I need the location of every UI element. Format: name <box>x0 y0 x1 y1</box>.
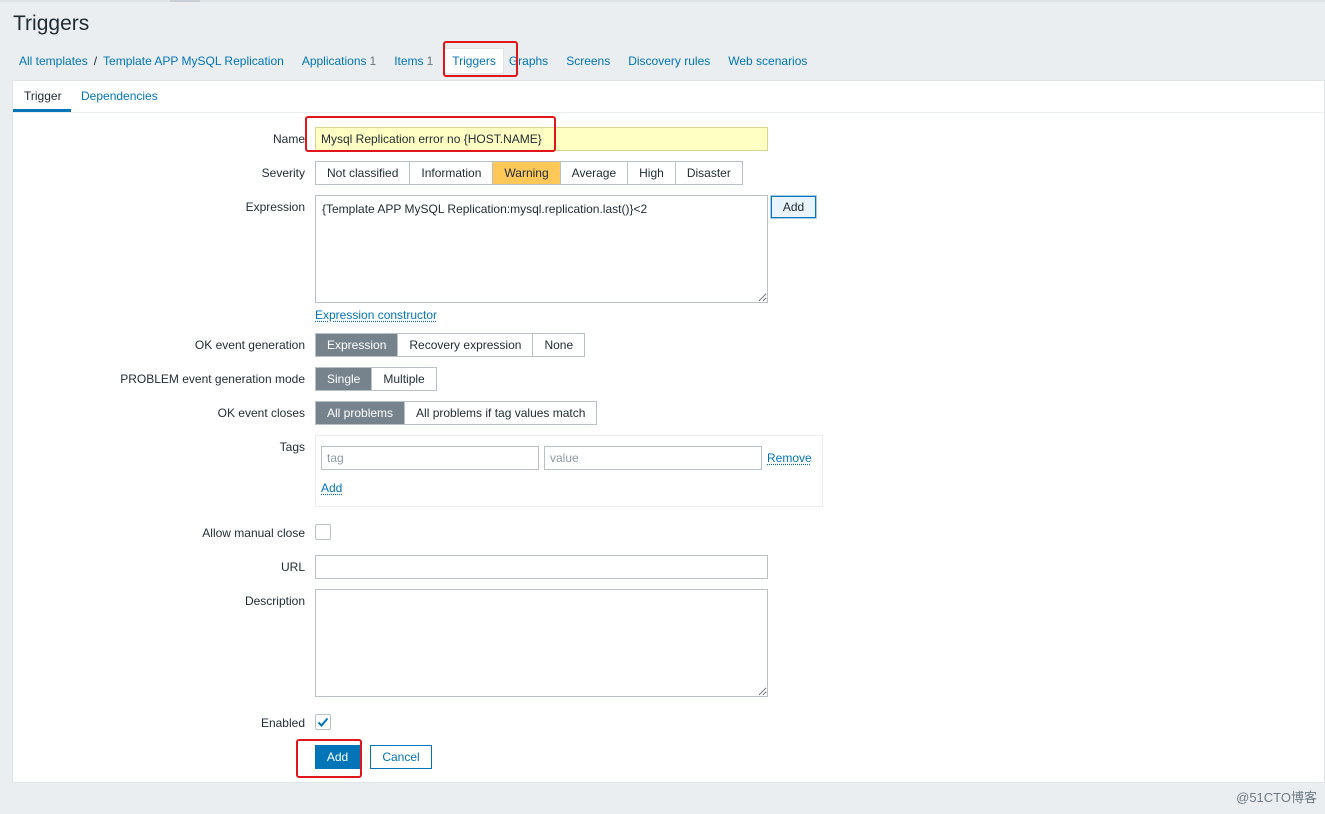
tag-add-link[interactable]: Add <box>321 481 342 495</box>
url-input[interactable] <box>315 555 768 579</box>
nav-screens[interactable]: Screens <box>557 54 619 68</box>
severity-disaster[interactable]: Disaster <box>676 162 742 184</box>
ok-event-closes-selector: All problems All problems if tag values … <box>315 401 598 425</box>
tab-trigger[interactable]: Trigger <box>24 89 62 103</box>
breadcrumb: All templates / Template APP MySQL Repli… <box>12 42 1325 80</box>
severity-not-classified[interactable]: Not classified <box>316 162 411 184</box>
severity-information[interactable]: Information <box>410 162 494 184</box>
tags-label: Tags <box>279 440 305 454</box>
expression-textarea[interactable]: {Template APP MySQL Replication:mysql.re… <box>315 195 768 303</box>
url-label: URL <box>280 560 305 574</box>
problem-mode-single[interactable]: Single <box>316 368 373 390</box>
tag-value-input[interactable] <box>544 446 762 470</box>
watermark: @51CTO博客 <box>1236 790 1317 805</box>
problem-mode-label: PROBLEM event generation mode <box>120 372 305 386</box>
nav-discovery-rules[interactable]: Discovery rules <box>619 54 719 68</box>
nav-triggers[interactable]: Triggers <box>444 48 504 74</box>
severity-label: Severity <box>261 166 305 180</box>
checkmark-icon <box>317 717 329 727</box>
nav-applications-label: Applications <box>301 54 367 68</box>
ok-closes-tag-match[interactable]: All problems if tag values match <box>405 402 596 424</box>
ok-gen-expression[interactable]: Expression <box>316 334 399 356</box>
breadcrumb-all-templates[interactable]: All templates <box>12 54 97 68</box>
enabled-label: Enabled <box>260 716 305 730</box>
expression-add-button[interactable]: Add <box>771 196 816 218</box>
description-label: Description <box>244 594 305 608</box>
problem-mode-multiple[interactable]: Multiple <box>372 368 435 390</box>
ok-gen-recovery-expression[interactable]: Recovery expression <box>398 334 534 356</box>
allow-manual-close-checkbox[interactable] <box>315 524 331 540</box>
expression-constructor-link[interactable]: Expression constructor <box>315 308 437 322</box>
cancel-button[interactable]: Cancel <box>370 745 432 769</box>
nav-applications[interactable]: Applications 1 <box>293 54 385 68</box>
expression-label: Expression <box>245 200 305 214</box>
add-button[interactable]: Add <box>315 745 360 769</box>
ok-event-closes-label: OK event closes <box>217 406 305 420</box>
nav-items-label: Items <box>394 54 424 68</box>
nav-graphs[interactable]: Graphs <box>506 54 557 68</box>
enabled-checkbox[interactable] <box>315 714 331 730</box>
problem-mode-selector: Single Multiple <box>315 367 437 391</box>
ok-closes-all-problems[interactable]: All problems <box>316 402 406 424</box>
ok-event-generation-label: OK event generation <box>194 338 305 352</box>
severity-high[interactable]: High <box>628 162 676 184</box>
page-title: Triggers <box>13 12 90 35</box>
tab-active-indicator <box>13 109 71 112</box>
tag-name-input[interactable] <box>321 446 539 470</box>
breadcrumb-template[interactable]: Template APP MySQL Replication <box>94 54 293 68</box>
nav-items-count: 1 <box>426 54 434 68</box>
nav-items[interactable]: Items 1 <box>385 54 442 68</box>
nav-web-scenarios[interactable]: Web scenarios <box>719 54 816 68</box>
severity-average[interactable]: Average <box>561 162 629 184</box>
ok-gen-none[interactable]: None <box>533 334 584 356</box>
tab-dependencies[interactable]: Dependencies <box>81 89 158 103</box>
severity-warning[interactable]: Warning <box>493 162 561 184</box>
nav-applications-count: 1 <box>369 54 377 68</box>
severity-selector: Not classified Information Warning Avera… <box>315 161 743 185</box>
name-input[interactable] <box>315 127 768 151</box>
top-border <box>0 0 1325 2</box>
tag-remove-link[interactable]: Remove <box>767 451 812 465</box>
description-textarea[interactable] <box>315 589 768 697</box>
name-label: Name <box>272 132 305 146</box>
allow-manual-close-label: Allow manual close <box>202 526 305 540</box>
form-tabs: Trigger Dependencies <box>13 81 1324 113</box>
ok-event-generation-selector: Expression Recovery expression None <box>315 333 586 357</box>
